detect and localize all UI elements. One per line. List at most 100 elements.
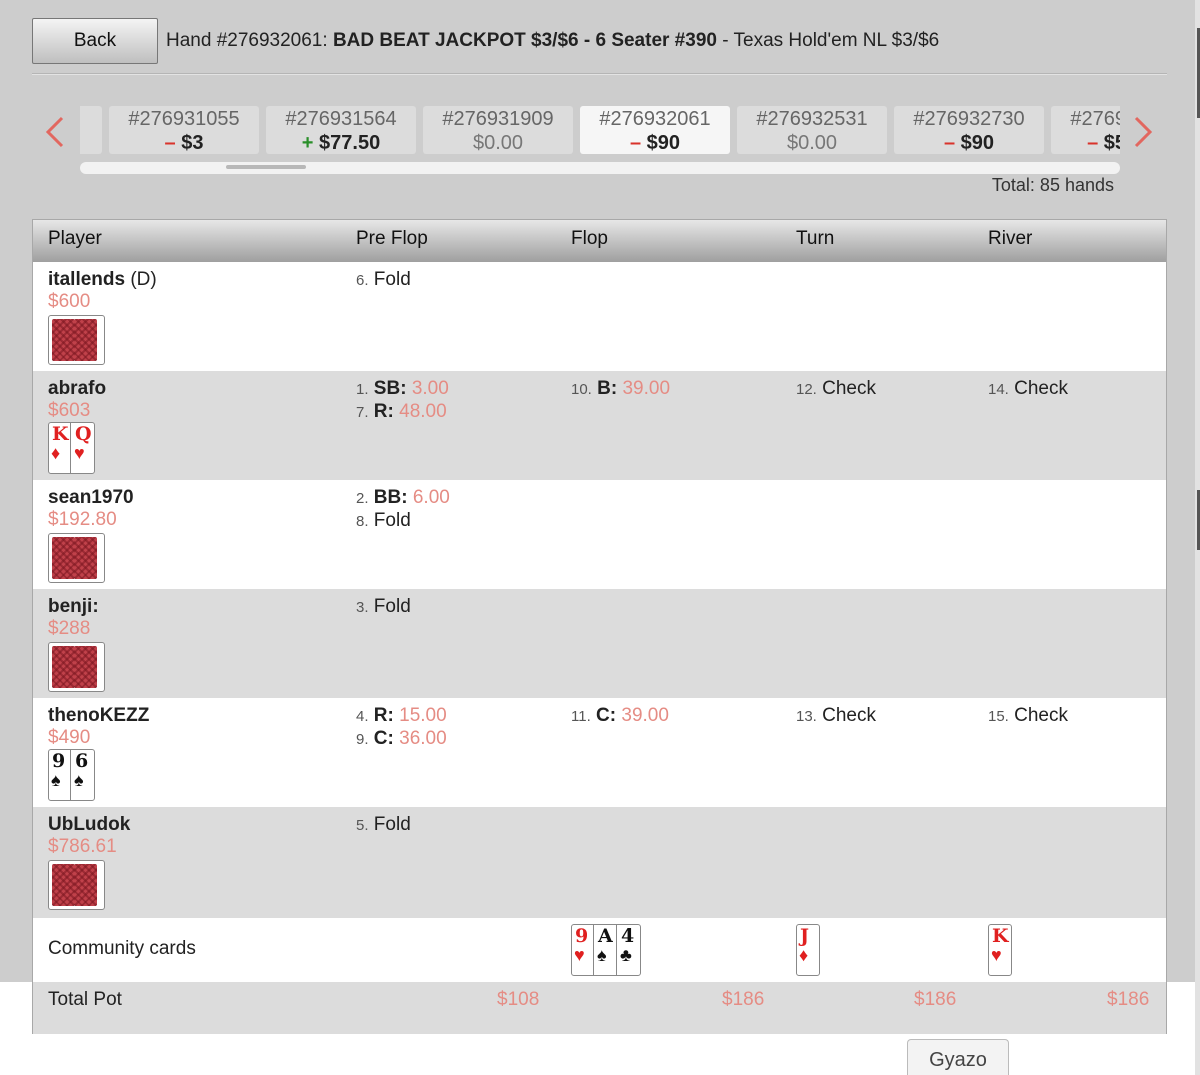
hand-tab-result: $0.00 [786,132,838,154]
hand-tab[interactable]: #276933180$58.25 [1051,106,1120,154]
hand-tab[interactable]: #276932730$90 [894,106,1044,154]
hole-cards-hidden [48,315,105,365]
card-suit-icon: ♠ [597,945,607,965]
action-order: 12. [796,381,817,398]
turn-card: J ♦ [796,924,820,976]
flop-cards: 9 ♥ A ♠ 4 ♣ [571,924,641,976]
action-preflop: 5. Fold [356,813,411,837]
hand-title-prefix: Hand #276932061: [166,30,333,51]
card-suit-icon: ♦ [51,443,61,463]
hand-tab-active[interactable]: #276932061$90 [580,106,730,154]
hand-tab-number: #276933180 [1070,108,1120,130]
player-name: itallends (D) [48,269,157,291]
next-hands-button[interactable] [1128,112,1158,152]
player-stack: $603 [48,400,91,421]
river-card: K ♥ [988,924,1012,976]
player-row: abrafo $603 K ♦ Q ♥ 1. SB: 3.00 7. R: 48.00 10. … [33,371,1166,480]
action-order: 14. [988,381,1009,398]
hand-title-table: BAD BEAT JACKPOT $3/$6 - 6 Seater #390 [332,30,717,51]
player-stack: $288 [48,618,91,639]
action-amount: 15.00 [399,705,447,726]
action-turn: 12. Check [796,377,876,401]
hand-tab-number: #276932531 [756,108,868,130]
hole-cards-hidden [48,642,105,692]
card-suit-icon: ♥ [574,945,585,965]
hand-tab-number: #276931055 [128,108,240,130]
playing-card: K ♦ [49,423,71,473]
card-rank: 6 [75,750,89,772]
action-text: Check [1014,378,1068,399]
action-order: 10. [571,381,592,398]
hand-tab[interactable]: #276931055$3 [109,106,259,154]
community-cards-label: Community cards [48,938,196,959]
action-text: Check [822,705,876,726]
action-amount: 39.00 [621,705,669,726]
player-name-text: abrafo [48,378,107,399]
gyazo-tab[interactable]: Gyazo [907,1039,1009,1075]
hand-tab-number: #276932061 [599,108,711,130]
playing-card: J ♦ [797,925,819,975]
col-flop: Flop [571,228,608,249]
card-rank: 9 [575,925,589,947]
hole-cards-hidden [48,533,105,583]
player-stack: $192.80 [48,509,117,530]
prev-hands-button[interactable] [40,112,70,152]
carousel-scroll-thumb[interactable] [226,165,306,169]
action-order: 13. [796,708,817,725]
action-order: 15. [988,708,1009,725]
player-stack: $786.61 [48,836,117,857]
card-back [52,319,75,361]
card-suit-icon: ♥ [74,443,85,463]
player-name-text: sean1970 [48,487,134,508]
total-pot-label: Total Pot [48,989,122,1010]
action-type: C: [373,728,394,749]
card-back [74,864,97,906]
hand-tab-result: $0.00 [472,132,524,154]
card-suit-icon: ♣ [620,945,632,965]
chevron-left-icon [45,116,64,148]
action-order: 8. [356,513,369,530]
action-preflop: 6. Fold [356,268,411,292]
col-turn: Turn [796,228,835,249]
action-type: R: [373,705,394,726]
col-river: River [988,228,1033,249]
action-amount: 6.00 [412,487,450,508]
card-rank: K [52,423,69,445]
action-amount: 39.00 [622,378,671,399]
action-preflop: 8. Fold [356,509,411,533]
playing-card: 4 ♣ [618,925,640,975]
card-back [52,537,75,579]
hand-tab-result: $90 [894,131,1044,155]
player-name-text: benji: [48,596,99,617]
hand-tab-number: #276931564 [285,108,397,130]
hand-tab[interactable]: #276931909 $0.00 [423,106,573,154]
window-edge [1195,0,1200,1075]
hand-tab[interactable]: #276932531 $0.00 [737,106,887,154]
hand-tab[interactable]: #276931564$77.50 [266,106,416,154]
action-preflop: 3. Fold [356,595,411,619]
back-button[interactable]: Back [32,18,158,64]
card-back [52,864,75,906]
total-hands: Total: 85 hands [991,175,1114,195]
hand-tab-result: $77.50 [266,131,416,155]
player-name-text: thenoKEZZ [48,705,150,726]
action-order: 4. [356,708,369,725]
card-back [52,646,75,688]
player-row: thenoKEZZ $490 9 ♠ 6 ♠ 4. R: 15.00 9. C: 36.00 1… [33,698,1166,807]
carousel-scrollbar[interactable] [80,162,1120,174]
pot-river: $186 [1107,989,1150,1010]
player-name: benji: [48,596,99,618]
action-order: 2. [356,490,369,507]
community-cards-row: Community cards 9 ♥ A ♠ 4 ♣ J ♦ K ♥ [33,918,1166,982]
card-rank: 9 [52,750,66,772]
hand-actions-table: Player Pre Flop Flop Turn River itallend… [32,219,1167,1034]
playing-card: K ♥ [989,925,1011,975]
total-pot-row: Total Pot $108 $186 $186 $186 [33,982,1166,1034]
header-divider [32,73,1167,75]
hand-tab[interactable]: #276930 [80,106,102,154]
card-rank: A [598,925,613,947]
pot-preflop: $108 [497,989,540,1010]
player-stack: $490 [48,727,91,748]
card-back [74,319,97,361]
hole-cards: 9 ♠ 6 ♠ [48,749,95,801]
